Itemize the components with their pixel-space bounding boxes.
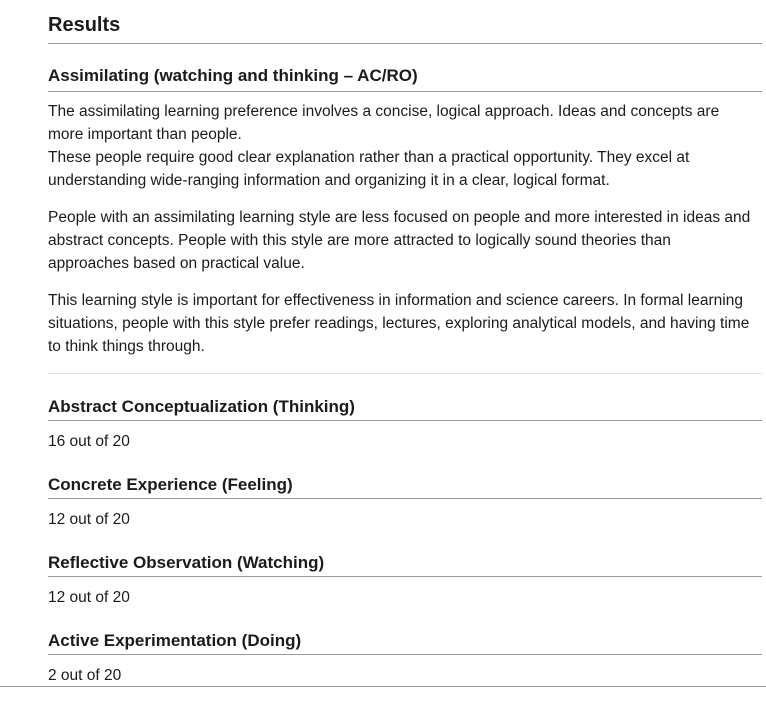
learning-style-paragraph: This learning style is important for eff… (48, 292, 750, 355)
learning-style-description: The assimilating learning preference inv… (48, 100, 762, 192)
learning-style-heading: Assimilating (watching and thinking – AC… (48, 61, 762, 92)
section-divider (48, 373, 762, 374)
description-line-1: The assimilating learning preference inv… (48, 103, 720, 143)
score-heading-concrete-experience: Concrete Experience (Feeling) (48, 472, 762, 499)
score-heading-active-experimentation: Active Experimentation (Doing) (48, 628, 762, 655)
score-value-abstract-conceptualization: 16 out of 20 (48, 433, 130, 450)
score-value-concrete-experience: 12 out of 20 (48, 511, 130, 528)
score-heading-abstract-conceptualization: Abstract Conceptualization (Thinking) (48, 394, 762, 421)
score-heading-reflective-observation: Reflective Observation (Watching) (48, 550, 762, 577)
score-value-reflective-observation: 12 out of 20 (48, 589, 130, 606)
score-value-active-experimentation: 2 out of 20 (48, 667, 122, 684)
page-title: Results (48, 0, 762, 44)
learning-style-paragraph: People with an assimilating learning sty… (48, 209, 751, 272)
description-line-2: These people require good clear explanat… (48, 149, 690, 189)
results-section: Results Assimilating (watching and think… (48, 0, 762, 686)
bottom-divider (0, 686, 766, 687)
